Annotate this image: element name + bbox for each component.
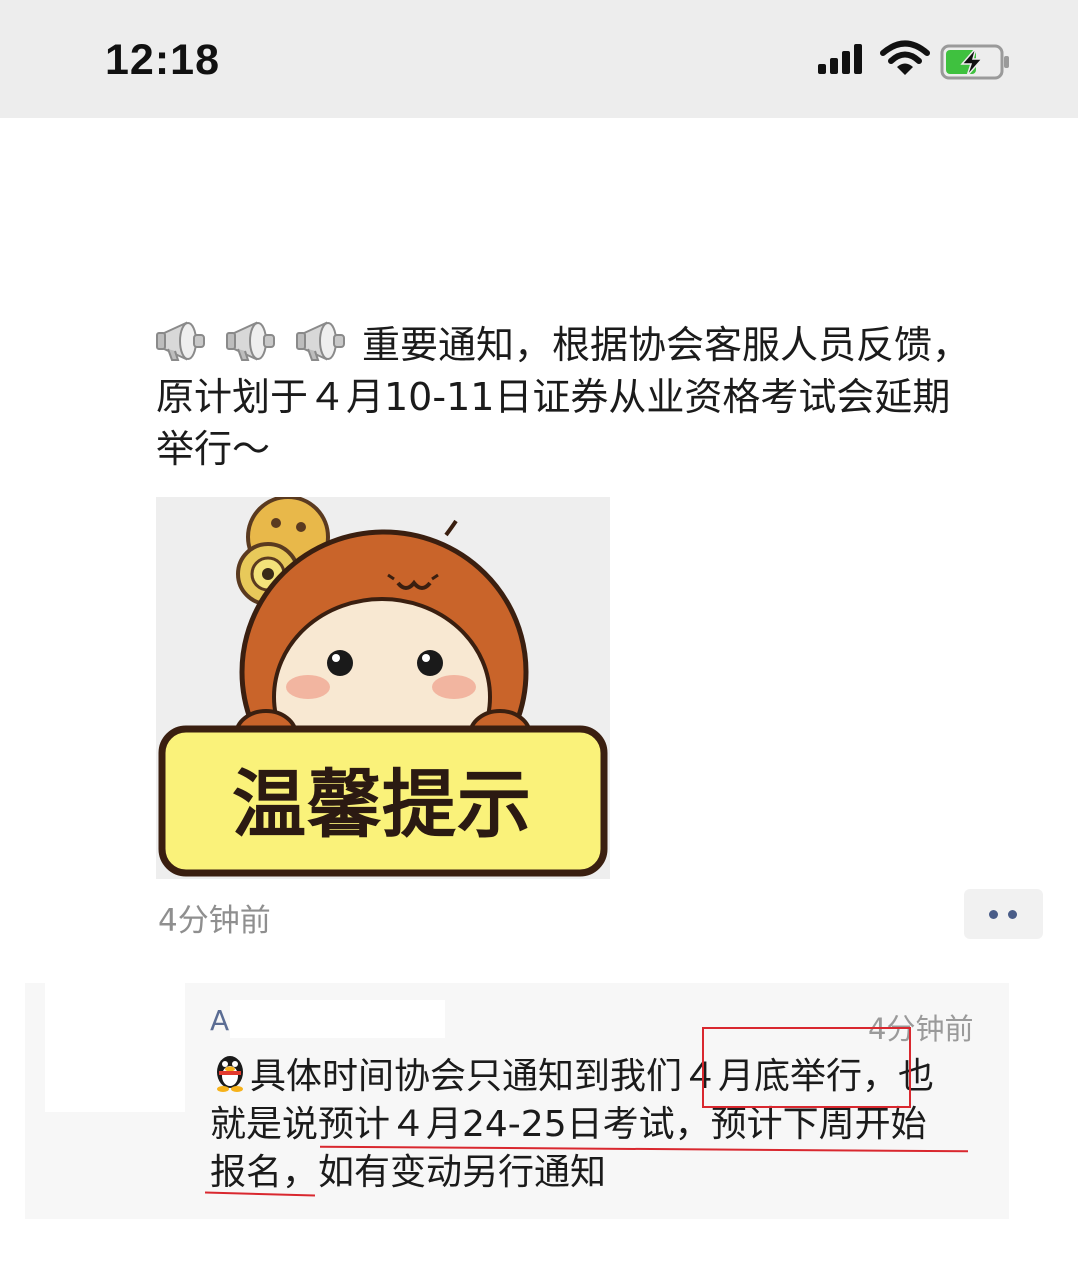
megaphone-icon xyxy=(226,321,275,361)
battery-charging-icon xyxy=(940,44,1009,80)
clock-time: 12:18 xyxy=(105,36,220,84)
wifi-icon xyxy=(880,40,930,75)
post-text-line-3: 举行～ xyxy=(156,427,271,471)
comment-text-line-2: 就是说预计４月24-25日考试，预计下周开始 xyxy=(210,1104,927,1145)
status-bar: 12:18 xyxy=(0,0,1078,118)
megaphone-icon xyxy=(296,321,345,361)
post-text-line-2: 原计划于４月10-11日证券从业资格考试会延期 xyxy=(156,375,951,419)
redaction-scribble xyxy=(45,962,185,1112)
more-options-button[interactable] xyxy=(964,889,1043,939)
megaphone-icon xyxy=(156,321,205,361)
more-dot-icon xyxy=(1008,910,1017,919)
comment-text-line-3: 报名，如有变动另行通知 xyxy=(210,1152,607,1193)
redaction-scribble xyxy=(230,1000,445,1038)
post-text: 重要通知，根据协会客服人员反馈， 原计划于４月10-11日证券从业资格考试会延期… xyxy=(156,318,1056,475)
qq-penguin-icon xyxy=(217,1056,243,1092)
sticker-caption: 温馨提示 xyxy=(232,762,532,848)
post-timestamp: 4分钟前 xyxy=(158,903,271,939)
more-dot-icon xyxy=(989,910,998,919)
highlight-box-annotation xyxy=(702,1027,911,1108)
cellular-signal-icon xyxy=(818,44,862,74)
post-text-line-1: 重要通知，根据协会客服人员反馈， xyxy=(156,318,1056,371)
post-text-line-1-content: 重要通知，根据协会客服人员反馈， xyxy=(362,323,971,367)
